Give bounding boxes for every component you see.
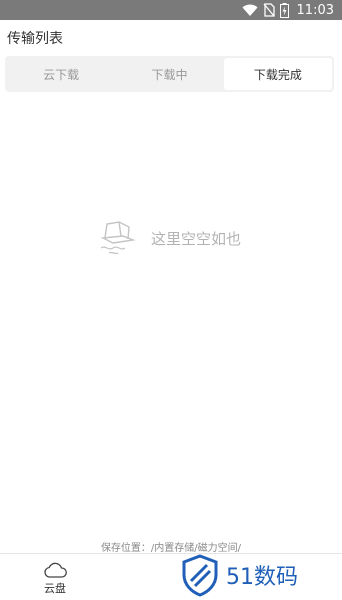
nav-item-cloud[interactable]: 云盘 xyxy=(30,562,80,596)
page-title: 传输列表 xyxy=(7,31,63,47)
status-icons: 11:03 xyxy=(242,0,334,20)
tab-download-complete[interactable]: 下载完成 xyxy=(223,58,332,90)
save-location: 保存位置：/内置存储/磁力空间/ xyxy=(100,543,242,554)
empty-state: 这里空空如也 xyxy=(97,218,241,258)
nav-label-cloud: 云盘 xyxy=(44,582,66,595)
empty-state-text: 这里空空如也 xyxy=(151,229,242,248)
transfer-tabs: 云下载 下载中 下载完成 xyxy=(5,56,334,92)
watermark: 51数码 xyxy=(178,553,298,597)
shield-logo-icon xyxy=(182,554,218,597)
empty-box-icon xyxy=(100,221,136,255)
cloud-icon xyxy=(44,562,67,578)
wifi-icon xyxy=(242,4,258,16)
watermark-text: 51数码 xyxy=(226,565,298,590)
status-bar: 11:03 xyxy=(0,0,342,20)
battery-charging-icon xyxy=(279,2,289,18)
status-time: 11:03 xyxy=(296,2,334,18)
no-sim-icon xyxy=(263,3,275,17)
tab-downloading[interactable]: 下载中 xyxy=(115,58,223,90)
tab-cloud-download[interactable]: 云下载 xyxy=(7,58,115,90)
